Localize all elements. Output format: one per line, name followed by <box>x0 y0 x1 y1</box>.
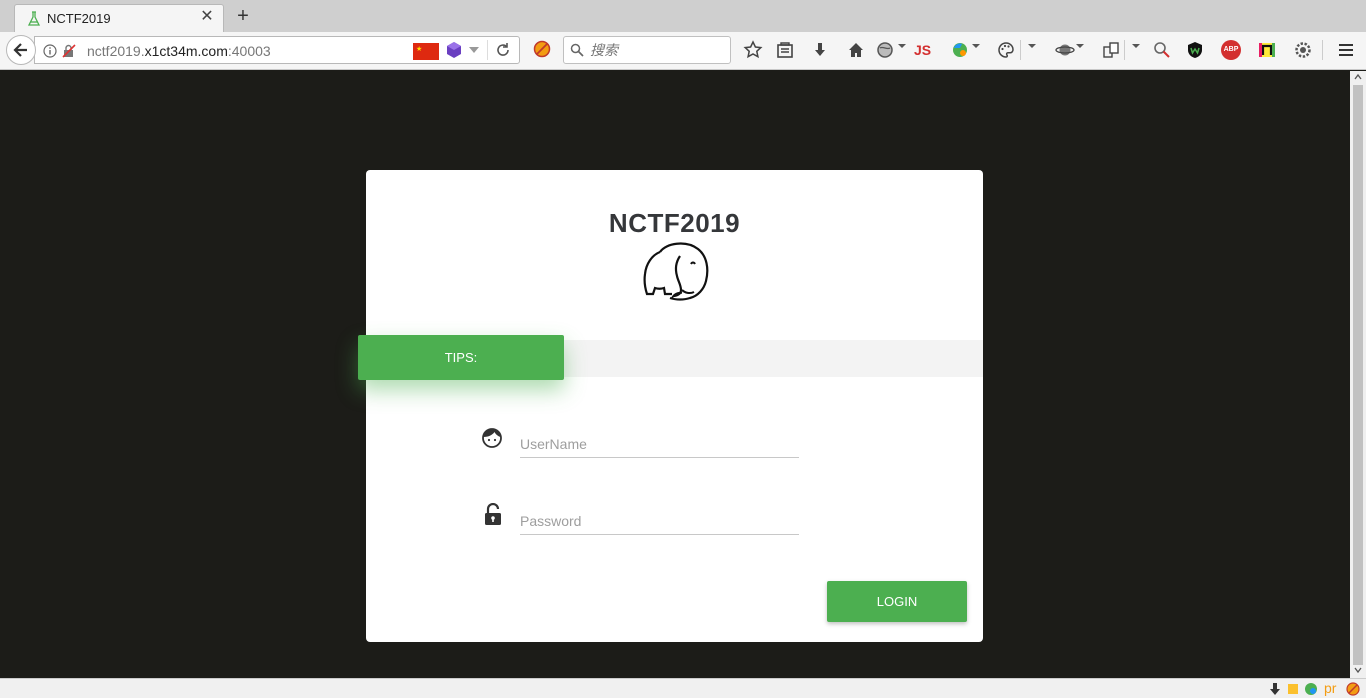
url-bar[interactable]: nctf2019.x1ct34m.com:40003 ★ <box>34 36 520 64</box>
magnifier-icon[interactable] <box>1152 40 1172 60</box>
home-icon[interactable] <box>846 40 866 60</box>
back-button[interactable] <box>6 35 36 65</box>
login-card: NCTF2019 <box>366 170 983 642</box>
brand-title: NCTF2019 <box>608 208 741 238</box>
yellow-block-icon[interactable] <box>1257 40 1277 60</box>
globe-icon[interactable] <box>875 40 895 60</box>
js-toggle-icon[interactable]: JS <box>914 40 934 60</box>
toolbar-separator <box>1322 40 1323 60</box>
username-input[interactable] <box>520 430 799 458</box>
chevron-down-icon[interactable] <box>1076 44 1084 48</box>
yellow-badge-icon[interactable] <box>1286 682 1300 696</box>
password-input[interactable] <box>520 507 799 535</box>
elephant-logo-icon <box>643 242 709 301</box>
chevron-down-icon[interactable] <box>1132 44 1140 48</box>
insecure-lock-icon[interactable] <box>61 43 77 59</box>
flask-icon <box>27 11 41 26</box>
adblock-icon[interactable]: ABP <box>1221 40 1241 60</box>
url-separator <box>487 40 488 60</box>
arrow-left-icon <box>13 43 27 57</box>
tips-tab[interactable]: TIPS: <box>358 335 564 380</box>
login-button[interactable]: LOGIN <box>827 581 967 622</box>
search-input[interactable] <box>590 41 726 59</box>
chevron-down-icon[interactable] <box>972 44 980 48</box>
pages-icon[interactable] <box>1101 40 1121 60</box>
purple-cube-icon[interactable] <box>445 41 463 59</box>
status-text: pr <box>1324 680 1337 696</box>
reading-list-icon[interactable] <box>775 40 795 60</box>
toolbar-separator <box>1124 40 1125 60</box>
vertical-scrollbar[interactable] <box>1350 71 1366 678</box>
search-bar[interactable] <box>563 36 731 64</box>
palette-icon[interactable] <box>996 40 1016 60</box>
user-icon <box>482 428 502 448</box>
chevron-down-icon[interactable] <box>467 43 481 57</box>
noscript-icon[interactable] <box>1346 682 1360 696</box>
tab-close-icon[interactable]: ✕ <box>199 9 215 25</box>
shield-icon[interactable] <box>1185 40 1205 60</box>
tab-nctf2019[interactable]: NCTF2019 ✕ <box>14 4 224 32</box>
search-icon <box>570 43 584 57</box>
svg-text:★: ★ <box>416 45 422 53</box>
download-icon[interactable] <box>810 40 830 60</box>
new-tab-icon[interactable]: + <box>232 6 254 28</box>
reload-icon[interactable] <box>495 42 511 58</box>
url-text[interactable]: nctf2019.x1ct34m.com:40003 <box>87 43 271 59</box>
color-globe-icon[interactable] <box>1304 682 1318 696</box>
scroll-down-icon[interactable] <box>1354 666 1362 674</box>
unlocked-padlock-icon <box>485 503 501 525</box>
gear-icon[interactable] <box>1293 40 1313 60</box>
status-bar: pr <box>0 678 1366 698</box>
toolbar-separator <box>1020 40 1021 60</box>
bookmark-star-icon[interactable] <box>743 40 763 60</box>
color-globe-icon[interactable] <box>950 40 970 60</box>
download-arrow-icon[interactable] <box>1268 682 1282 696</box>
chevron-down-icon[interactable] <box>1028 44 1036 48</box>
menu-icon[interactable] <box>1336 40 1356 60</box>
tab-title: NCTF2019 <box>47 11 111 26</box>
noscript-icon[interactable] <box>533 40 551 58</box>
chevron-down-icon[interactable] <box>898 44 906 48</box>
tab-strip: NCTF2019 ✕ + <box>0 0 1366 32</box>
scroll-up-icon[interactable] <box>1354 73 1362 81</box>
planet-icon[interactable] <box>1055 40 1075 60</box>
scrollbar-thumb[interactable] <box>1353 85 1363 665</box>
info-icon[interactable] <box>43 44 57 58</box>
china-flag-icon[interactable]: ★ <box>413 43 439 60</box>
